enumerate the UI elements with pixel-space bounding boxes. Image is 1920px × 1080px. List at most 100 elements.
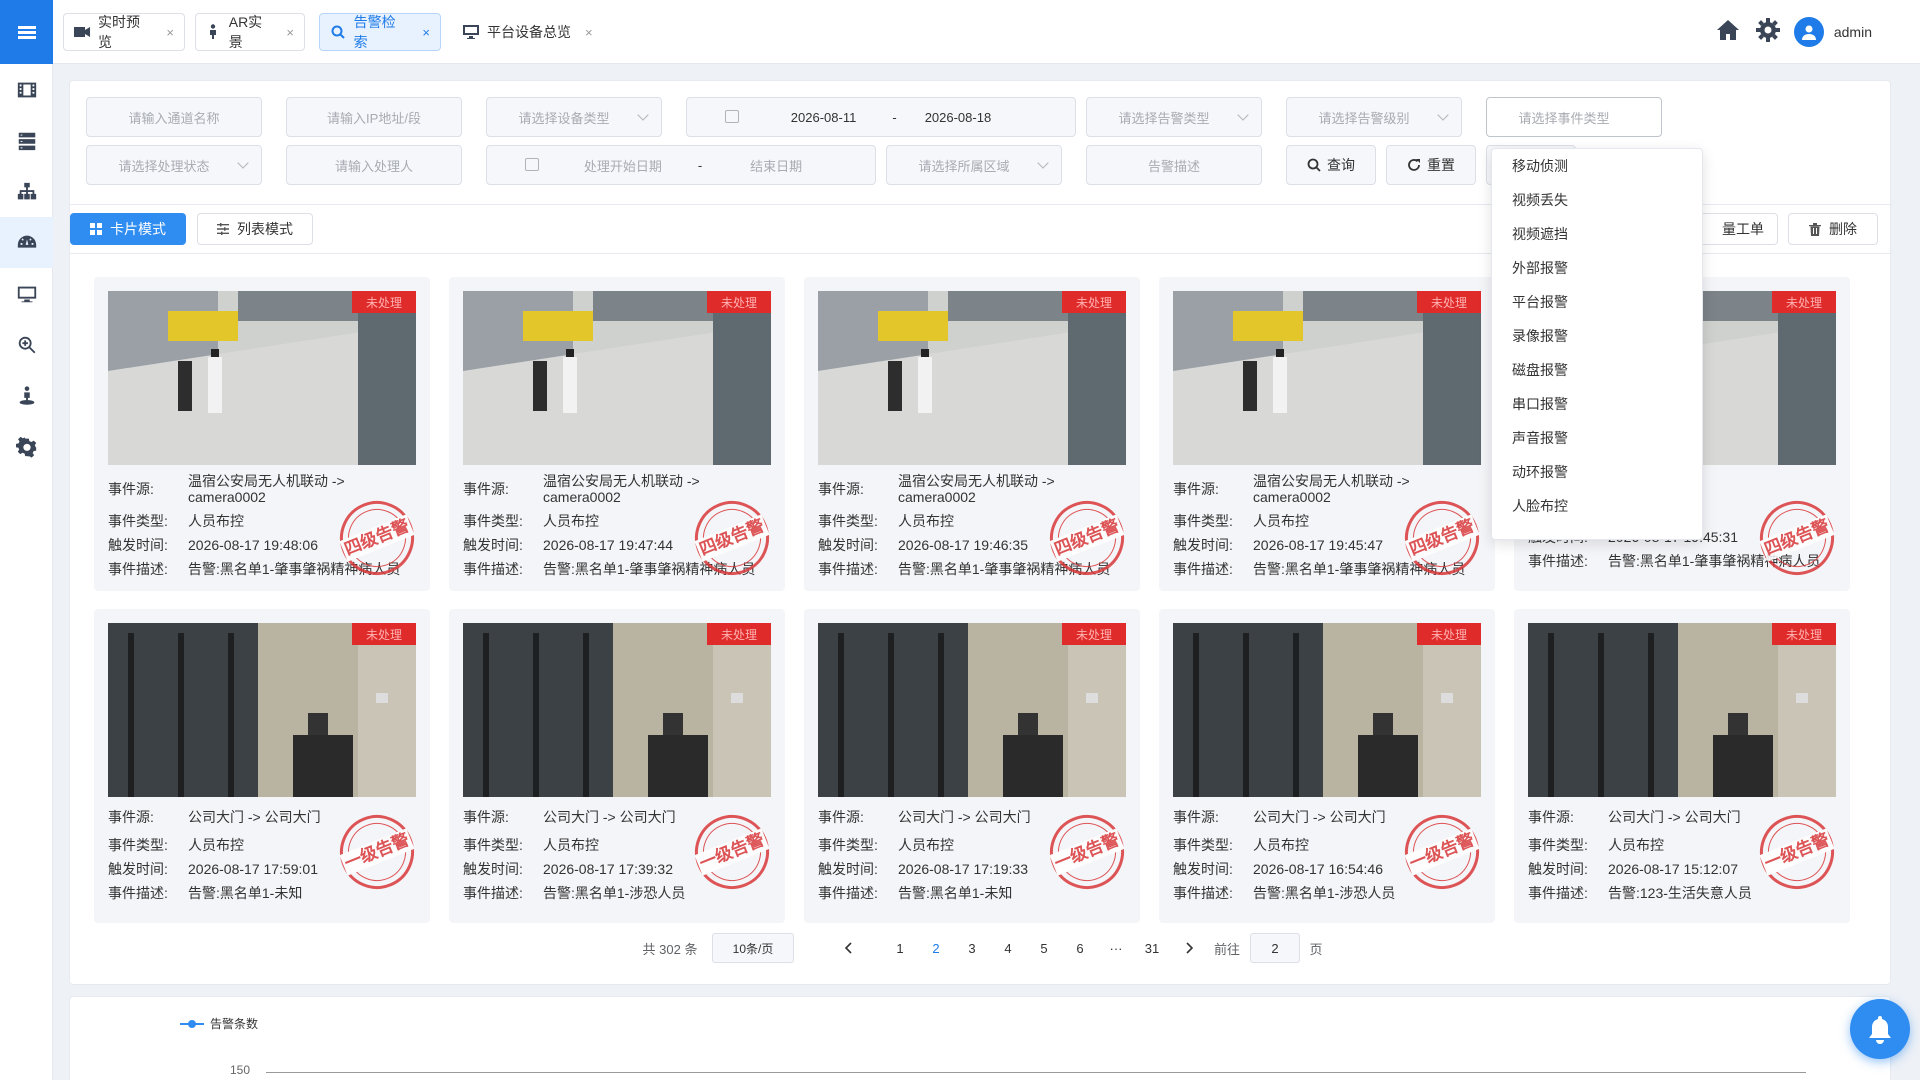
dropdown-option[interactable]: 人脸布控 [1492, 489, 1702, 523]
page-number[interactable]: 1 [886, 933, 914, 963]
alarm-card[interactable]: 未处理 事件源: 公司大门 -> 公司大门 事件类型: 人员布控 触发时间: 202… [449, 609, 785, 923]
notification-button[interactable] [1850, 999, 1910, 1059]
goto-page-input[interactable]: 2 [1250, 933, 1300, 963]
dropdown-option[interactable]: 动环报警 [1492, 455, 1702, 489]
sliders-icon [217, 223, 229, 235]
sidebar-item-server[interactable] [0, 115, 53, 166]
tab-alarm-search[interactable]: 告警检索 × [319, 13, 441, 51]
street-view-icon [19, 385, 34, 405]
query-button[interactable]: 查询 [1286, 145, 1376, 185]
alarm-snapshot[interactable]: 未处理 [108, 623, 416, 797]
dropdown-option[interactable]: 外部报警 [1492, 251, 1702, 285]
sidebar-item-search[interactable] [0, 319, 53, 370]
menu-toggle-button[interactable] [0, 0, 53, 64]
page-number[interactable]: ··· [1102, 933, 1130, 963]
page-number[interactable]: 4 [994, 933, 1022, 963]
alarm-card[interactable]: 未处理 事件源: 温宿公安局无人机联动 -> camera0002 事件类型: 人员… [1159, 277, 1495, 591]
org-tree-icon [17, 182, 36, 199]
dropdown-option[interactable]: 录像报警 [1492, 319, 1702, 353]
next-page-button[interactable] [1178, 933, 1202, 963]
ip-address-input[interactable]: 请输入IP地址/段 [286, 97, 462, 137]
settings-gear-icon[interactable] [1755, 17, 1780, 47]
chevron-down-icon [1037, 157, 1049, 169]
total-count: 共 302 条 [642, 941, 698, 957]
event-type-select[interactable]: 请选择事件类型 [1486, 97, 1662, 137]
dropdown-option[interactable]: 串口报警 [1492, 387, 1702, 421]
status-badge: 未处理 [707, 623, 771, 645]
search-icon [330, 24, 346, 40]
region-select[interactable]: 请选择所属区域 [886, 145, 1062, 185]
status-badge: 未处理 [1417, 291, 1481, 313]
handle-date-range-picker[interactable]: 处理开始日期 - 结束日期 [486, 145, 876, 185]
channel-name-input[interactable]: 请输入通道名称 [86, 97, 262, 137]
dropdown-option[interactable]: 视频丢失 [1492, 183, 1702, 217]
delete-button[interactable]: 删除 [1788, 213, 1878, 245]
alarm-snapshot[interactable]: 未处理 [1528, 623, 1836, 797]
sidebar-item-org[interactable] [0, 166, 53, 217]
alarm-card[interactable]: 未处理 事件源: 温宿公安局无人机联动 -> camera0002 事件类型: 人员… [804, 277, 1140, 591]
close-icon[interactable]: × [286, 25, 294, 40]
username[interactable]: admin [1834, 24, 1872, 40]
sidebar-item-monitor[interactable] [0, 268, 53, 319]
alarm-snapshot[interactable]: 未处理 [818, 291, 1126, 465]
alarm-card[interactable]: 未处理 事件源: 温宿公安局无人机联动 -> camera0002 事件类型: 人员… [449, 277, 785, 591]
calendar-icon [725, 110, 739, 123]
alarm-snapshot[interactable]: 未处理 [1173, 623, 1481, 797]
tab-live-preview[interactable]: 实时预览 × [63, 13, 185, 51]
sidebar-item-settings[interactable] [0, 421, 53, 472]
sidebar-item-playback[interactable] [0, 64, 53, 115]
page-size-select[interactable]: 10条/页 [712, 933, 794, 963]
gear-icon [15, 436, 36, 458]
alarm-card[interactable]: 未处理 事件源: 公司大门 -> 公司大门 事件类型: 人员布控 触发时间: 202… [804, 609, 1140, 923]
page-number[interactable]: 3 [958, 933, 986, 963]
close-icon[interactable]: × [166, 25, 174, 40]
alarm-snapshot[interactable]: 未处理 [818, 623, 1126, 797]
handler-input[interactable]: 请输入处理人 [286, 145, 462, 185]
alarm-snapshot[interactable]: 未处理 [463, 291, 771, 465]
event-source-value: 公司大门 -> 公司大门 [1608, 809, 1741, 825]
alarm-snapshot[interactable]: 未处理 [463, 623, 771, 797]
page-number[interactable]: 6 [1066, 933, 1094, 963]
date-range-picker[interactable]: 2026-08-11 - 2026-08-18 [686, 97, 1076, 137]
alarm-card[interactable]: 未处理 事件源: 公司大门 -> 公司大门 事件类型: 人员布控 触发时间: 202… [1514, 609, 1850, 923]
dropdown-option[interactable]: 声音报警 [1492, 421, 1702, 455]
sidebar-item-ar[interactable] [0, 370, 53, 421]
dropdown-option[interactable]: 视频遮挡 [1492, 217, 1702, 251]
alarm-card[interactable]: 未处理 事件源: 公司大门 -> 公司大门 事件类型: 人员布控 触发时间: 202… [94, 609, 430, 923]
tab-ar[interactable]: AR实景 × [195, 13, 305, 51]
bell-icon [1869, 1016, 1891, 1044]
reset-button[interactable]: 重置 [1386, 145, 1476, 185]
top-bar: 实时预览 × AR实景 × 告警检索 × 平台设备总览 × admin [53, 0, 1920, 64]
tab-device-overview[interactable]: 平台设备总览 × [453, 13, 607, 51]
device-type-select[interactable]: 请选择设备类型 [486, 97, 662, 137]
handle-status-select[interactable]: 请选择处理状态 [86, 145, 262, 185]
alarm-card[interactable]: 未处理 事件源: 温宿公安局无人机联动 -> camera0002 事件类型: 人员… [94, 277, 430, 591]
chevron-down-icon [237, 157, 249, 169]
alarm-card[interactable]: 未处理 事件源: 公司大门 -> 公司大门 事件类型: 人员布控 触发时间: 202… [1159, 609, 1495, 923]
status-badge: 未处理 [352, 623, 416, 645]
chart-legend[interactable]: 告警条数 [180, 1015, 258, 1032]
close-icon[interactable]: × [422, 25, 430, 40]
dropdown-option[interactable]: 磁盘报警 [1492, 353, 1702, 387]
avatar[interactable] [1793, 17, 1824, 47]
page-number[interactable]: 5 [1030, 933, 1058, 963]
prev-page-button[interactable] [836, 933, 860, 963]
dropdown-option[interactable]: 平台报警 [1492, 285, 1702, 319]
alarm-level-select[interactable]: 请选择告警级别 [1286, 97, 1462, 137]
alarm-type-select[interactable]: 请选择告警类型 [1086, 97, 1262, 137]
alarm-snapshot[interactable]: 未处理 [108, 291, 416, 465]
home-icon[interactable] [1716, 19, 1740, 46]
alarm-snapshot[interactable]: 未处理 [1173, 291, 1481, 465]
dropdown-option[interactable]: 移动侦测 [1492, 149, 1702, 183]
description-input[interactable]: 告警描述 [1086, 145, 1262, 185]
chevron-left-icon [844, 942, 852, 954]
sidebar-item-dashboard[interactable] [0, 217, 53, 268]
hamburger-icon [17, 24, 36, 41]
page-number[interactable]: 31 [1138, 933, 1166, 963]
list-mode-button[interactable]: 列表模式 [197, 213, 313, 245]
status-badge: 未处理 [1772, 623, 1836, 645]
close-icon[interactable]: × [585, 25, 593, 40]
alarm-chart-panel: 告警条数 150 [69, 996, 1891, 1080]
card-mode-button[interactable]: 卡片模式 [70, 213, 186, 245]
page-number[interactable]: 2 [922, 933, 950, 963]
